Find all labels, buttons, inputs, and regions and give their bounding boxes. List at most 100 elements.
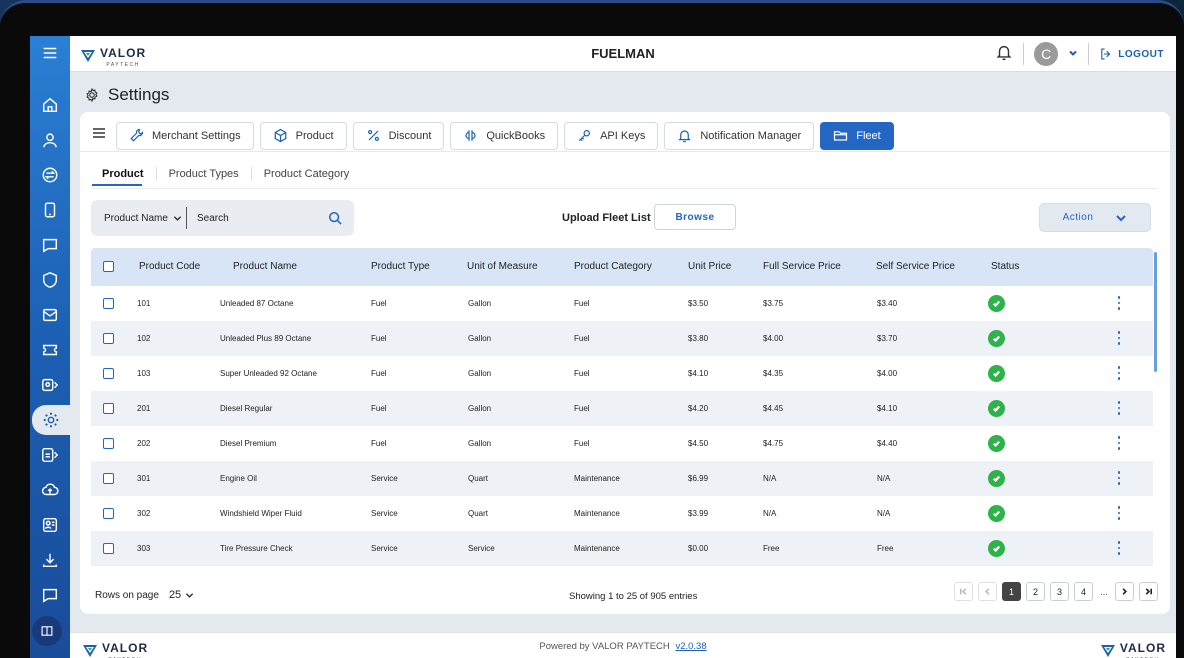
reports-icon[interactable]	[30, 370, 70, 400]
ticket-icon[interactable]	[30, 335, 70, 365]
table-cell: $4.20	[688, 404, 709, 413]
row-checkbox[interactable]	[103, 508, 114, 519]
col-product-name[interactable]: Product Name	[233, 261, 297, 272]
row-checkbox[interactable]	[103, 403, 114, 414]
shield-icon[interactable]	[30, 265, 70, 295]
row-checkbox[interactable]	[103, 543, 114, 554]
app-screen: VALOR PAYTECH FUELMAN C LOGOUT Settings	[30, 36, 1176, 658]
col-product-code[interactable]: Product Code	[139, 261, 200, 272]
tab-fleet[interactable]: Fleet	[820, 121, 894, 150]
first-page-button[interactable]	[954, 582, 973, 601]
table-row[interactable]: 301 Engine Oil Service Quart Maintenance $6.9…	[91, 461, 1153, 496]
row-checkbox[interactable]	[103, 438, 114, 449]
page-3-button[interactable]: 3	[1050, 582, 1069, 601]
chat-icon[interactable]	[30, 230, 70, 260]
select-all-checkbox[interactable]	[103, 261, 114, 272]
row-checkbox[interactable]	[103, 298, 114, 309]
chevron-down-icon[interactable]	[1068, 45, 1078, 63]
table-row[interactable]: 303 Tire Pressure Check Service Service Main…	[91, 531, 1153, 566]
subtab-product-category[interactable]: Product Category	[252, 167, 362, 181]
prev-page-button[interactable]	[978, 582, 997, 601]
page-2-button[interactable]: 2	[1026, 582, 1045, 601]
row-actions-kebab-icon[interactable]	[1117, 331, 1121, 345]
table-row[interactable]: 103 Super Unleaded 92 Octane Fuel Gallon Fue…	[91, 356, 1153, 391]
documents-icon[interactable]	[30, 440, 70, 470]
top-bar: VALOR PAYTECH FUELMAN C LOGOUT	[70, 36, 1176, 72]
download-icon[interactable]	[30, 545, 70, 575]
next-page-button[interactable]	[1115, 582, 1134, 601]
table-scrollbar[interactable]	[1154, 252, 1157, 372]
table-row[interactable]: 201 Diesel Regular Fuel Gallon Fuel $4.20 $4.4…	[91, 391, 1153, 426]
tab-discount[interactable]: Discount	[352, 121, 445, 150]
col-full-service-price[interactable]: Full Service Price	[763, 261, 841, 272]
settings-gear-icon[interactable]	[32, 405, 70, 435]
table-cell: $3.99	[688, 509, 709, 518]
col-unit-of-measure[interactable]: Unit of Measure	[467, 261, 538, 272]
transfer-icon[interactable]	[30, 160, 70, 190]
col-product-category[interactable]: Product Category	[574, 261, 652, 272]
book-icon[interactable]	[32, 616, 62, 646]
last-page-button[interactable]	[1139, 582, 1158, 601]
message-icon[interactable]	[30, 580, 70, 610]
mobile-device-icon[interactable]	[30, 195, 70, 225]
row-checkbox[interactable]	[103, 368, 114, 379]
col-unit-price[interactable]: Unit Price	[688, 261, 731, 272]
page-4-button[interactable]: 4	[1074, 582, 1093, 601]
hamburger-menu-icon[interactable]	[30, 38, 70, 68]
search-icon[interactable]	[328, 211, 342, 230]
notification-bell-icon[interactable]	[995, 43, 1013, 66]
footer-logo-right: VALOR PAYTECH	[1100, 639, 1166, 658]
home-icon[interactable]	[30, 90, 70, 120]
device-edge	[1176, 36, 1184, 658]
version-link[interactable]: v2.0.38	[675, 641, 706, 652]
tab-product[interactable]: Product	[259, 121, 347, 150]
rows-per-page-select[interactable]: 25	[169, 589, 194, 601]
table-row[interactable]: 102 Unleaded Plus 89 Octane Fuel Gallon Fuel…	[91, 321, 1153, 356]
header-divider	[1023, 43, 1025, 65]
page-1-button[interactable]: 1	[1002, 582, 1021, 601]
table-cell: $3.40	[877, 299, 898, 308]
box-icon	[274, 128, 287, 143]
tab-label: QuickBooks	[486, 129, 546, 142]
row-actions-kebab-icon[interactable]	[1117, 436, 1121, 450]
table-cell: 101	[137, 299, 151, 308]
table-row[interactable]: 101 Unleaded 87 Octane Fuel Gallon Fuel $3.50…	[91, 286, 1153, 321]
table-cell: Fuel	[371, 334, 387, 343]
logout-button[interactable]: LOGOUT	[1099, 47, 1164, 61]
row-actions-kebab-icon[interactable]	[1117, 506, 1121, 520]
action-dropdown[interactable]: Action	[1039, 203, 1151, 232]
cloud-upload-icon[interactable]	[30, 475, 70, 505]
search-filter-select[interactable]: Product Name	[91, 207, 187, 229]
row-checkbox[interactable]	[103, 333, 114, 344]
row-actions-kebab-icon[interactable]	[1117, 401, 1121, 415]
table-cell: Service	[371, 509, 398, 518]
subtab-divider	[92, 188, 1158, 189]
search-input[interactable]	[197, 212, 317, 224]
table-cell: Free	[763, 544, 780, 553]
tab-quickbooks[interactable]: QuickBooks	[450, 121, 559, 150]
chevron-down-icon	[173, 215, 182, 221]
col-self-service-price[interactable]: Self Service Price	[876, 261, 955, 272]
mail-icon[interactable]	[30, 300, 70, 330]
table-row[interactable]: 202 Diesel Premium Fuel Gallon Fuel $4.50 $4.7…	[91, 426, 1153, 461]
user-icon[interactable]	[30, 125, 70, 155]
list-menu-icon[interactable]	[92, 126, 106, 145]
browse-button[interactable]: Browse	[654, 204, 736, 230]
col-product-type[interactable]: Product Type	[371, 261, 430, 272]
tab-merchant-settings[interactable]: Merchant Settings	[116, 121, 254, 150]
table-row[interactable]: 302 Windshield Wiper Fluid Service Quart Mai…	[91, 496, 1153, 531]
row-actions-kebab-icon[interactable]	[1117, 366, 1121, 380]
tab-label: Fleet	[856, 129, 881, 142]
user-avatar[interactable]: C	[1034, 42, 1059, 66]
table-cell: Super Unleaded 92 Octane	[220, 369, 317, 378]
id-card-icon[interactable]	[30, 510, 70, 540]
tab-api-keys[interactable]: API Keys	[564, 121, 659, 150]
col-status[interactable]: Status	[991, 261, 1019, 272]
row-actions-kebab-icon[interactable]	[1117, 296, 1121, 310]
row-actions-kebab-icon[interactable]	[1117, 541, 1121, 555]
subtab-product-types[interactable]: Product Types	[157, 167, 252, 181]
subtab-product[interactable]: Product	[92, 167, 157, 181]
row-checkbox[interactable]	[103, 473, 114, 484]
row-actions-kebab-icon[interactable]	[1117, 471, 1121, 485]
tab-notification-manager[interactable]: Notification Manager	[664, 121, 815, 150]
